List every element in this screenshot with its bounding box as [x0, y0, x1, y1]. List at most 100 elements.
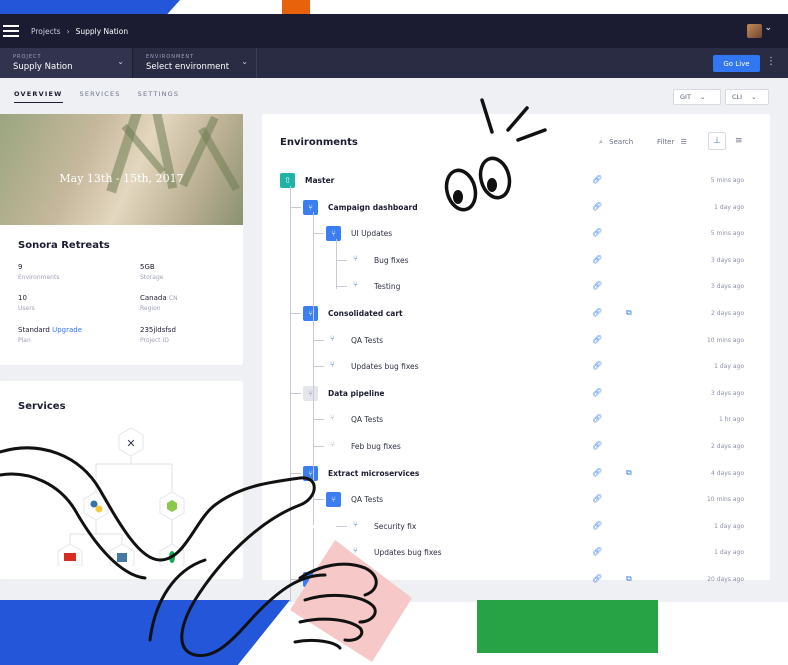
breadcrumb-projects[interactable]: Projects — [31, 27, 61, 36]
environment-row[interactable]: ⑂ Security fix 🔗︎ 1 day ago — [262, 515, 770, 541]
avatar[interactable] — [747, 24, 762, 38]
environment-row[interactable]: ⑂ Testing 🔗︎ 3 days ago — [262, 275, 770, 301]
environment-name[interactable]: Bug fixes — [374, 256, 409, 265]
environment-select[interactable]: ENVIRONMENT Select environment ⌄ — [133, 48, 257, 78]
link-icon[interactable]: 🔗︎ — [592, 308, 602, 317]
cli-dropdown[interactable]: CLI ⌄ — [725, 89, 769, 105]
project-select[interactable]: PROJECT Supply Nation ⌄ — [0, 48, 133, 78]
link-icon[interactable]: 🔗︎ — [592, 494, 602, 503]
environment-row[interactable]: ⑂ QA Tests 🔗︎ 10 mins ago — [262, 488, 770, 514]
environment-name[interactable]: Updates bug fixes — [351, 362, 419, 371]
link-icon[interactable]: 🔗︎ — [592, 468, 602, 477]
external-link-icon[interactable]: ⧉ — [626, 468, 632, 478]
environment-row[interactable]: ⑂ QA Tests 🔗︎ 1 hr ago — [262, 408, 770, 434]
git-dropdown[interactable]: GIT ⌄ — [673, 89, 721, 105]
external-link-icon[interactable]: ⧉ — [626, 574, 632, 584]
environment-name[interactable]: ntfix — [328, 575, 347, 584]
chevron-down-icon[interactable]: ⌄ — [764, 23, 772, 33]
environment-name[interactable]: Consolidated cart — [328, 309, 403, 318]
environment-name[interactable]: Data pipeline — [328, 389, 385, 398]
tree-guide-line — [313, 450, 314, 525]
environment-name[interactable]: QA Tests — [351, 336, 383, 345]
mysql-node-icon — [109, 543, 135, 566]
python-node-icon — [83, 491, 109, 521]
link-icon[interactable]: 🔗︎ — [592, 414, 602, 423]
branch-icon: ⑂ — [353, 280, 358, 290]
link-icon[interactable]: 🔗︎ — [592, 202, 602, 211]
environment-row[interactable]: ⑂ Bug fixes 🔗︎ 3 days ago — [262, 249, 770, 275]
branch-icon: ⑂ — [303, 199, 318, 215]
branch-icon: ⑂ — [330, 413, 335, 423]
nodejs-node-icon — [159, 491, 185, 521]
tree-connector — [290, 472, 301, 474]
link-icon[interactable]: 🔗︎ — [592, 521, 602, 530]
tab-overview[interactable]: OVERVIEW — [14, 90, 63, 103]
link-icon[interactable]: 🔗︎ — [592, 547, 602, 556]
decor-orange-shape — [282, 0, 310, 14]
tree-connector — [313, 419, 324, 421]
tools-node-icon: ✕ — [118, 427, 144, 457]
tree-guide-line — [336, 556, 337, 602]
environment-row[interactable]: ⑂ Campaign dashboard 🔗︎ 1 day ago — [262, 196, 770, 222]
branch-icon: ⑂ — [330, 440, 335, 449]
environment-name[interactable]: Security fix — [374, 522, 416, 531]
tree-connector — [290, 206, 301, 208]
environment-name[interactable]: QA Tests — [351, 495, 383, 504]
environment-time: 20 days ago — [707, 576, 744, 583]
environment-row[interactable]: ⑂ Extract microservices 🔗︎ ⧉ 4 days ago — [262, 462, 770, 488]
link-icon[interactable]: 🔗︎ — [592, 335, 602, 344]
environment-time: 5 mins ago — [710, 230, 744, 238]
link-icon[interactable]: 🔗︎ — [592, 281, 602, 290]
git-dropdown-label: GIT — [680, 93, 691, 101]
more-options-icon[interactable]: ⋮ — [766, 56, 776, 67]
link-icon[interactable]: 🔗︎ — [592, 255, 602, 264]
environment-row[interactable]: ⇧ Master 🔗︎ 5 mins ago — [262, 169, 770, 195]
environment-row[interactable]: ⑂ Data pipeline 🔗︎ 3 days ago — [262, 382, 770, 408]
environment-row[interactable]: ⑂ Updates bug fixes 🔗︎ 1 day ago — [262, 355, 770, 381]
upgrade-link[interactable]: Upgrade — [52, 326, 82, 334]
mongodb-node-icon — [159, 543, 185, 566]
environment-name[interactable]: Campaign dashboard — [328, 203, 418, 212]
external-link-icon[interactable]: ⧉ — [626, 308, 632, 318]
tab-settings[interactable]: SETTINGS — [138, 90, 180, 102]
environment-name[interactable]: Feb bug fixes — [351, 442, 401, 451]
tab-services[interactable]: SERVICES — [80, 90, 121, 102]
search-control[interactable]: ⌕ Search — [599, 138, 633, 147]
environment-name[interactable]: Testing — [374, 282, 400, 291]
environment-row[interactable]: ⑂ ntfix 🔗︎ ⧉ 20 days ago — [262, 568, 770, 594]
environment-name[interactable]: QA Tests — [351, 415, 383, 424]
environment-row[interactable]: ⑂ UI Updates 🔗︎ 5 mins ago — [262, 222, 770, 248]
environment-name[interactable]: Master — [305, 176, 334, 185]
tree-connector — [336, 286, 347, 288]
environment-row[interactable]: ⑂ Updates bug fixes 🔗︎ 1 day ago — [262, 541, 770, 567]
tree-guide-line — [313, 528, 314, 598]
cover-caption: May 13th - 15th, 2017 — [59, 172, 184, 185]
link-icon[interactable]: 🔗︎ — [592, 441, 602, 450]
environment-row[interactable]: ⑂ Consolidated cart 🔗︎ ⧉ 2 days ago — [262, 302, 770, 328]
branch-icon: ⑂ — [353, 546, 358, 556]
environment-row[interactable]: ⑂ QA Tests 🔗︎ 10 mins ago — [262, 329, 770, 355]
environment-name[interactable]: Extract microservices — [328, 469, 419, 478]
go-live-button[interactable]: Go Live — [713, 55, 760, 72]
list-view-icon[interactable]: ≡ — [735, 136, 743, 146]
menu-icon[interactable] — [3, 25, 19, 37]
link-icon[interactable]: 🔗︎ — [592, 175, 602, 184]
environment-bar: PROJECT Supply Nation ⌄ ENVIRONMENT Sele… — [0, 48, 788, 78]
environment-name[interactable]: UI Updates — [351, 229, 392, 238]
environment-time: 3 days ago — [711, 256, 744, 264]
tree-connector — [313, 339, 324, 341]
branch-icon: ⑂ — [353, 253, 358, 263]
link-icon[interactable]: 🔗︎ — [592, 228, 602, 237]
environment-time: 1 day ago — [714, 363, 744, 371]
tree-view-icon[interactable]: ⊥ — [708, 132, 726, 150]
filter-control[interactable]: Filter ☰ — [657, 138, 687, 146]
environments-title: Environments — [280, 137, 358, 148]
tree-connector — [313, 499, 324, 501]
link-icon[interactable]: 🔗︎ — [592, 361, 602, 370]
environment-time: 1 day ago — [714, 203, 744, 211]
environment-name[interactable]: Updates bug fixes — [374, 548, 442, 557]
environment-row[interactable]: ⑂ Feb bug fixes 🔗︎ 2 days ago — [262, 435, 770, 461]
link-icon[interactable]: 🔗︎ — [592, 574, 602, 583]
link-icon[interactable]: 🔗︎ — [592, 388, 602, 397]
tree-connector — [336, 259, 347, 261]
